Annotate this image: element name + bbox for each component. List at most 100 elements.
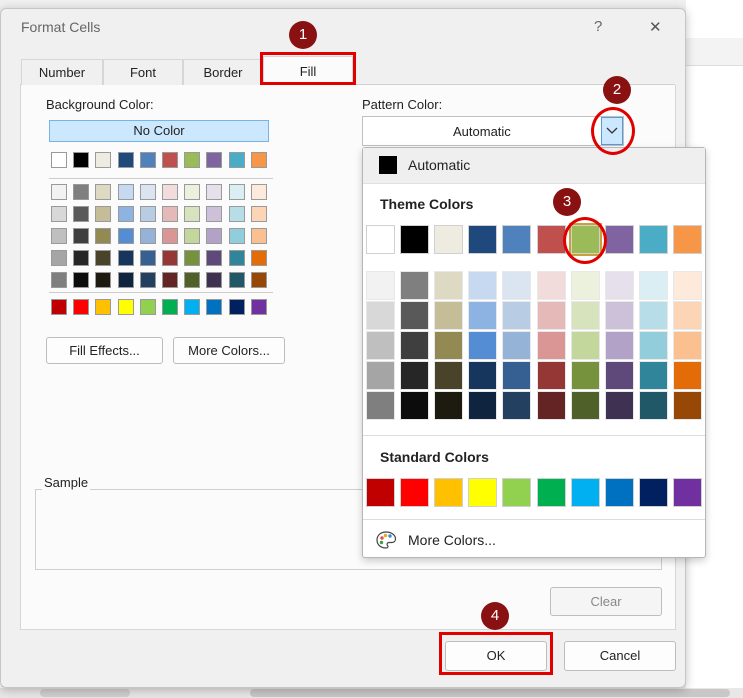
bg-shade-swatch[interactable] — [139, 184, 156, 200]
popup-theme-swatch[interactable] — [468, 225, 498, 254]
bg-shade-swatch[interactable] — [51, 272, 67, 288]
bg-standard-swatch[interactable] — [250, 299, 267, 315]
popup-theme-swatch[interactable] — [434, 225, 464, 254]
popup-shade-swatch[interactable] — [638, 331, 668, 360]
popup-shade-swatch[interactable] — [366, 361, 395, 390]
bg-shade-swatch[interactable] — [250, 184, 267, 200]
popup-shade-swatch[interactable] — [536, 361, 566, 390]
popup-shade-swatch[interactable] — [672, 391, 702, 420]
popup-shade-swatch[interactable] — [672, 331, 702, 360]
bg-shade-swatch[interactable] — [73, 272, 90, 288]
bg-shade-swatch[interactable] — [184, 250, 201, 266]
popup-shade-swatch[interactable] — [468, 391, 498, 420]
popup-shade-swatch[interactable] — [468, 301, 498, 330]
more-colors-button[interactable]: More Colors... — [173, 337, 285, 364]
popup-standard-swatch[interactable] — [502, 478, 532, 507]
close-icon[interactable]: ✕ — [649, 18, 662, 36]
bg-shade-swatch[interactable] — [206, 206, 223, 222]
bg-shade-swatch[interactable] — [73, 206, 90, 222]
tab-font[interactable]: Font — [103, 59, 183, 85]
popup-shade-swatch[interactable] — [434, 301, 464, 330]
bg-shade-swatch[interactable] — [139, 228, 156, 244]
bg-shade-swatch[interactable] — [139, 272, 156, 288]
popup-theme-swatch[interactable] — [604, 225, 634, 254]
popup-shade-swatch[interactable] — [502, 391, 532, 420]
popup-theme-swatch[interactable] — [366, 225, 395, 254]
bg-shade-swatch[interactable] — [206, 250, 223, 266]
popup-shade-swatch[interactable] — [570, 391, 600, 420]
popup-standard-swatch[interactable] — [468, 478, 498, 507]
popup-shade-swatch[interactable] — [400, 301, 430, 330]
bg-shade-swatch[interactable] — [51, 184, 67, 200]
bg-theme-swatch[interactable] — [250, 152, 267, 168]
popup-theme-swatch[interactable] — [536, 225, 566, 254]
popup-shade-swatch[interactable] — [400, 361, 430, 390]
tab-number[interactable]: Number — [21, 59, 103, 85]
bg-standard-swatch[interactable] — [139, 299, 156, 315]
bg-shade-swatch[interactable] — [117, 250, 134, 266]
popup-shade-swatch[interactable] — [366, 391, 395, 420]
popup-shade-swatch[interactable] — [536, 331, 566, 360]
bg-standard-swatch[interactable] — [73, 299, 90, 315]
cancel-button[interactable]: Cancel — [564, 641, 676, 671]
bg-theme-swatch[interactable] — [117, 152, 134, 168]
popup-shade-swatch[interactable] — [468, 361, 498, 390]
bg-standard-swatch[interactable] — [184, 299, 201, 315]
popup-shade-swatch[interactable] — [434, 271, 464, 300]
help-button[interactable]: ? — [594, 18, 602, 35]
horizontal-scrollbar[interactable] — [250, 689, 730, 697]
popup-shade-swatch[interactable] — [502, 301, 532, 330]
popup-shade-swatch[interactable] — [638, 301, 668, 330]
popup-shade-swatch[interactable] — [638, 361, 668, 390]
popup-shade-swatch[interactable] — [672, 271, 702, 300]
bg-theme-swatch[interactable] — [162, 152, 178, 168]
popup-shade-swatch[interactable] — [400, 271, 430, 300]
popup-shade-swatch[interactable] — [672, 361, 702, 390]
bg-shade-swatch[interactable] — [139, 206, 156, 222]
bg-shade-swatch[interactable] — [162, 250, 178, 266]
bg-shade-swatch[interactable] — [162, 206, 178, 222]
no-color-button[interactable]: No Color — [49, 120, 269, 142]
bg-standard-swatch[interactable] — [228, 299, 245, 315]
popup-standard-swatch[interactable] — [366, 478, 395, 507]
popup-shade-swatch[interactable] — [672, 301, 702, 330]
popup-shade-swatch[interactable] — [468, 271, 498, 300]
bg-shade-swatch[interactable] — [228, 184, 245, 200]
bg-shade-swatch[interactable] — [51, 250, 67, 266]
popup-standard-swatch[interactable] — [570, 478, 600, 507]
popup-theme-swatch[interactable] — [400, 225, 430, 254]
bg-standard-swatch[interactable] — [206, 299, 223, 315]
bg-shade-swatch[interactable] — [95, 206, 112, 222]
tab-border[interactable]: Border — [183, 59, 263, 85]
bg-standard-swatch[interactable] — [162, 299, 178, 315]
bg-shade-swatch[interactable] — [73, 184, 90, 200]
popup-theme-swatch[interactable] — [672, 225, 702, 254]
popup-shade-swatch[interactable] — [366, 271, 395, 300]
popup-shade-swatch[interactable] — [604, 271, 634, 300]
bg-shade-swatch[interactable] — [206, 272, 223, 288]
bg-shade-swatch[interactable] — [162, 184, 178, 200]
popup-shade-swatch[interactable] — [570, 301, 600, 330]
popup-shade-swatch[interactable] — [604, 391, 634, 420]
bg-shade-swatch[interactable] — [51, 228, 67, 244]
popup-shade-swatch[interactable] — [400, 331, 430, 360]
bg-shade-swatch[interactable] — [162, 228, 178, 244]
popup-theme-swatch[interactable] — [638, 225, 668, 254]
popup-shade-swatch[interactable] — [604, 301, 634, 330]
popup-shade-swatch[interactable] — [604, 331, 634, 360]
bg-shade-swatch[interactable] — [73, 250, 90, 266]
popup-standard-swatch[interactable] — [434, 478, 464, 507]
bg-theme-swatch[interactable] — [73, 152, 90, 168]
popup-standard-swatch[interactable] — [400, 478, 430, 507]
clear-button[interactable]: Clear — [550, 587, 662, 616]
bg-shade-swatch[interactable] — [250, 272, 267, 288]
bg-shade-swatch[interactable] — [184, 184, 201, 200]
popup-shade-swatch[interactable] — [502, 271, 532, 300]
bg-theme-swatch[interactable] — [51, 152, 67, 168]
popup-standard-swatch[interactable] — [672, 478, 702, 507]
popup-theme-swatch[interactable] — [502, 225, 532, 254]
popup-shade-swatch[interactable] — [604, 361, 634, 390]
bg-shade-swatch[interactable] — [250, 250, 267, 266]
bg-shade-swatch[interactable] — [117, 184, 134, 200]
bg-shade-swatch[interactable] — [117, 206, 134, 222]
